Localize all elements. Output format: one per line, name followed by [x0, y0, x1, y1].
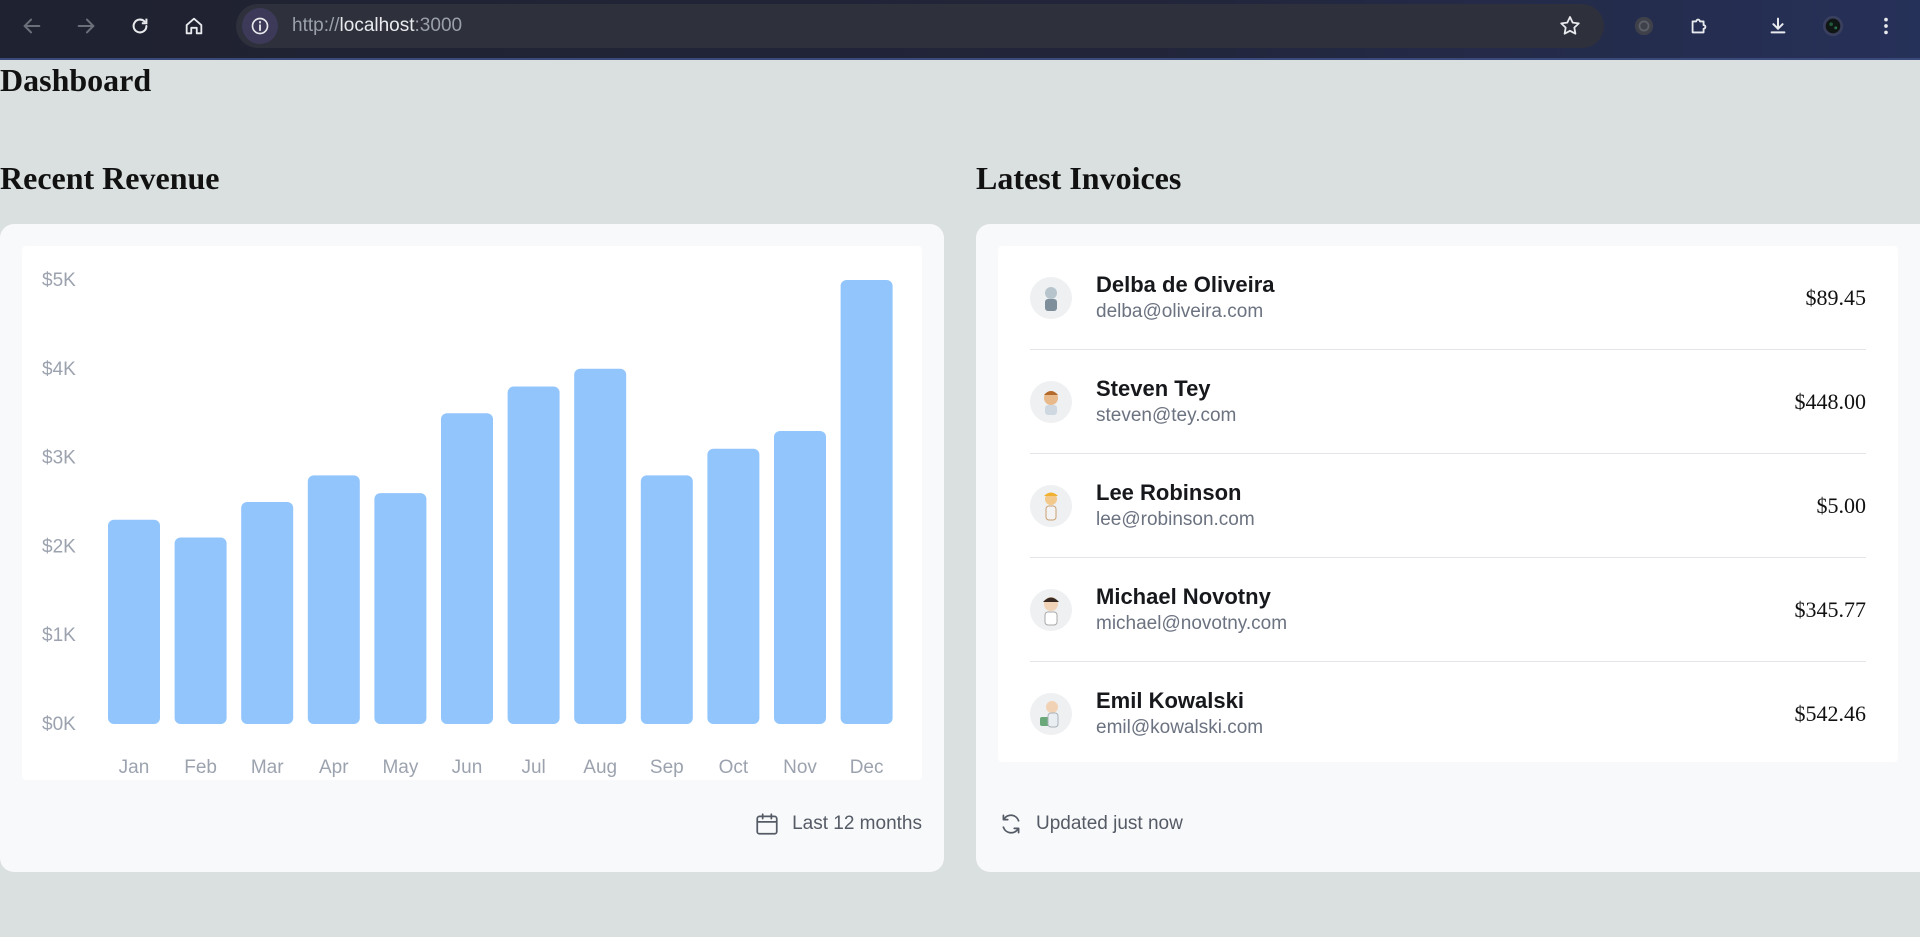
y-tick-label: $0K: [42, 714, 76, 735]
bar-aug: [574, 368, 627, 724]
url-host: localhost: [339, 15, 415, 36]
bar-sep: [640, 475, 693, 724]
invoice-name: Emil Kowalski: [1096, 688, 1244, 713]
puzzle-icon[interactable]: [1683, 10, 1715, 42]
revenue-title: Recent Revenue: [0, 160, 220, 196]
invoice-name: Steven Tey: [1096, 375, 1211, 401]
invoice-email: emil@kowalski.com: [1096, 717, 1264, 738]
revenue-footer-label: Last 12 months: [792, 813, 922, 834]
invoices-title: Latest Invoices: [976, 160, 1182, 196]
x-tick-label: Sep: [650, 757, 684, 778]
bar-feb: [174, 537, 227, 724]
reload-icon[interactable]: [124, 10, 156, 42]
invoices-card: Delba de Oliveira delba@oliveira.com $89…: [976, 224, 1920, 872]
site-info-icon[interactable]: [242, 8, 278, 44]
url-port: :3000: [414, 15, 463, 36]
avatar: [1030, 380, 1072, 423]
x-tick-label: Jul: [521, 757, 545, 778]
download-icon[interactable]: [1762, 10, 1794, 42]
profile-icon[interactable]: [1817, 10, 1849, 42]
url-scheme: http://: [292, 15, 340, 36]
back-arrow-icon[interactable]: [16, 10, 48, 42]
revenue-footer: Last 12 months: [754, 804, 922, 844]
revenue-card: $5K $4K $3K $2K $1K $0K Jan Feb Mar Apr May Jun Jul A…: [0, 224, 944, 872]
invoices-footer-label: Updated just now: [1036, 813, 1183, 834]
avatar: [1030, 693, 1072, 735]
bar-jun: [441, 413, 493, 724]
bar-apr: [307, 475, 360, 724]
kebab-menu-icon[interactable]: [1870, 10, 1902, 42]
x-tick-label: Jun: [452, 757, 483, 778]
browser-toolbar: http://localhost:3000: [0, 0, 1920, 60]
invoice-amount: $448.00: [1794, 388, 1867, 414]
invoice-email: delba@oliveira.com: [1096, 300, 1264, 322]
x-tick-label: Feb: [184, 757, 217, 778]
bar-may: [374, 493, 427, 724]
invoice-name: Delba de Oliveira: [1096, 271, 1275, 297]
invoice-row[interactable]: Delba de Oliveira delba@oliveira.com $89…: [1030, 246, 1866, 350]
invoice-row[interactable]: Michael Novotny michael@novotny.com $345…: [1030, 558, 1866, 662]
x-tick-label: Oct: [719, 757, 749, 778]
address-bar[interactable]: http://localhost:3000: [236, 4, 1604, 48]
y-tick-label: $3K: [42, 448, 76, 469]
invoice-email: steven@tey.com: [1096, 404, 1237, 426]
home-icon[interactable]: [178, 10, 210, 42]
bar-dec: [840, 280, 893, 724]
calendar-icon: [756, 813, 778, 835]
bar-jul: [507, 386, 560, 724]
x-tick-label: Jan: [119, 757, 150, 778]
avatar: [1030, 276, 1072, 319]
invoice-email: lee@robinson.com: [1096, 508, 1255, 530]
invoice-name: Lee Robinson: [1096, 479, 1242, 505]
x-tick-label: Nov: [783, 757, 817, 778]
avatar: [1030, 484, 1072, 527]
invoice-name: Michael Novotny: [1096, 583, 1271, 609]
avatar: [1030, 588, 1072, 631]
y-tick-label: $2K: [42, 536, 76, 557]
revenue-chart-svg: $5K $4K $3K $2K $1K $0K Jan Feb Mar Apr May Jun Jul A…: [42, 270, 893, 778]
invoice-amount: $89.45: [1805, 284, 1867, 310]
refresh-icon[interactable]: [998, 811, 1024, 837]
invoice-row[interactable]: Emil Kowalski emil@kowalski.com $542.46: [1030, 662, 1866, 766]
bar-nov: [774, 430, 826, 724]
x-tick-label: Mar: [251, 757, 284, 778]
y-tick-label: $1K: [42, 625, 76, 646]
x-tick-label: May: [382, 757, 418, 778]
y-tick-label: $4K: [42, 359, 76, 380]
invoice-email: michael@novotny.com: [1096, 612, 1288, 634]
bar-oct: [707, 448, 760, 724]
invoice-row[interactable]: Lee Robinson lee@robinson.com $5.00: [1030, 454, 1866, 558]
page-title: Dashboard: [0, 62, 152, 98]
invoice-row[interactable]: Steven Tey steven@tey.com $448.00: [1030, 350, 1866, 454]
forward-arrow-icon[interactable]: [70, 10, 102, 42]
x-tick-label: Apr: [319, 757, 349, 778]
bar-jan: [108, 519, 160, 724]
revenue-chart: $5K $4K $3K $2K $1K $0K Jan Feb Mar Apr May Jun Jul A…: [22, 246, 922, 780]
bar-mar: [241, 502, 294, 724]
invoice-amount: $5.00: [1816, 492, 1867, 518]
url-text: http://localhost:3000: [292, 15, 462, 37]
invoice-amount: $345.77: [1794, 596, 1867, 622]
x-tick-label: Aug: [583, 757, 617, 778]
y-tick-label: $5K: [42, 270, 76, 291]
x-tick-label: Dec: [850, 757, 884, 778]
extension-icon[interactable]: [1628, 10, 1660, 42]
star-icon[interactable]: [1558, 14, 1582, 43]
invoice-amount: $542.46: [1794, 701, 1867, 726]
invoice-list: Delba de Oliveira delba@oliveira.com $89…: [998, 246, 1898, 762]
invoices-footer: Updated just now: [998, 804, 1183, 844]
